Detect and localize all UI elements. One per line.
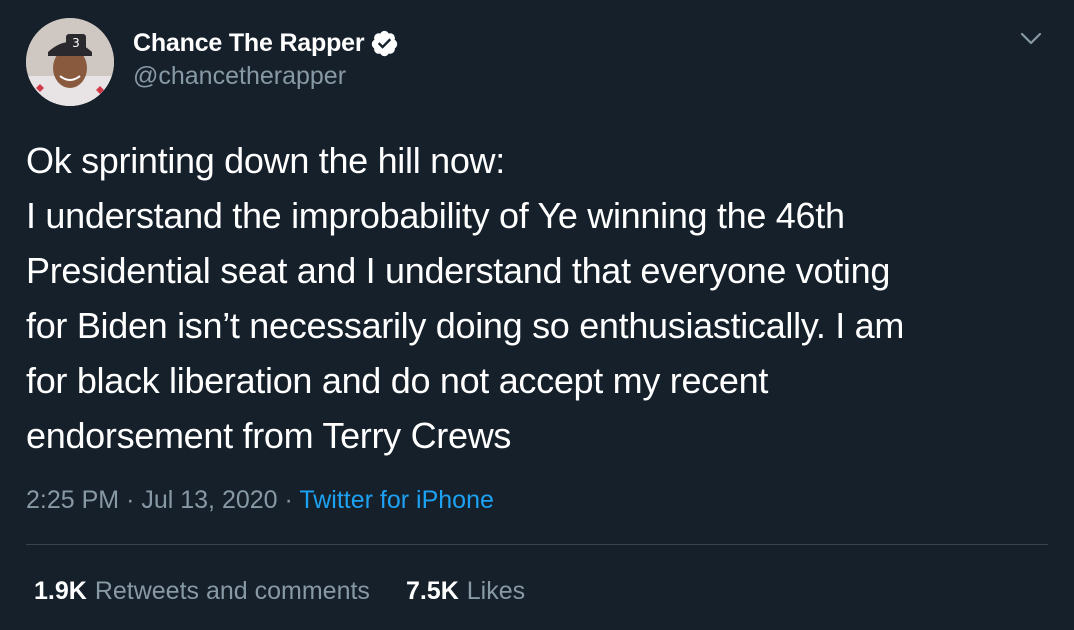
name-row: Chance The Rapper xyxy=(133,28,399,58)
author-block: Chance The Rapper @chancetherapper xyxy=(133,28,399,91)
avatar-image: 3 xyxy=(26,18,114,106)
display-name[interactable]: Chance The Rapper xyxy=(133,28,365,58)
tweet-text-line: I understand the improbability of Ye win… xyxy=(26,195,845,236)
verified-badge-icon xyxy=(370,29,399,58)
tweet-stats: 1.9K Retweets and comments 7.5K Likes xyxy=(34,573,561,609)
divider xyxy=(26,544,1048,545)
retweets-count: 1.9K xyxy=(34,577,87,605)
tweet-source-link[interactable]: Twitter for iPhone xyxy=(299,486,494,514)
meta-separator: · xyxy=(126,486,142,514)
likes-count: 7.5K xyxy=(405,577,459,605)
retweets-stat[interactable]: 1.9K Retweets and comments xyxy=(34,573,370,609)
tweet-text: Ok sprinting down the hill now: I unders… xyxy=(26,133,1051,463)
user-handle[interactable]: @chancetherapper xyxy=(133,61,399,91)
avatar[interactable]: 3 xyxy=(26,18,114,106)
svg-text:3: 3 xyxy=(72,36,80,50)
tweet-meta: 2:25 PM · Jul 13, 2020 · Twitter for iPh… xyxy=(26,482,494,518)
retweets-label: Retweets and comments xyxy=(94,577,370,605)
tweet-card: 3 Chance The Rapper @chancetherapper Ok … xyxy=(0,0,1074,630)
tweet-time[interactable]: 2:25 PM xyxy=(26,486,119,514)
tweet-text-line: for Biden isn’t necessarily doing so ent… xyxy=(26,305,905,346)
tweet-date[interactable]: Jul 13, 2020 xyxy=(141,486,277,514)
chevron-down-icon[interactable] xyxy=(1016,28,1046,50)
tweet-text-line: for black liberation and do not accept m… xyxy=(26,360,769,401)
likes-label: Likes xyxy=(466,577,526,605)
tweet-text-line: Ok sprinting down the hill now: xyxy=(26,140,505,181)
likes-stat[interactable]: 7.5K Likes xyxy=(406,573,525,609)
tweet-text-line: endorsement from Terry Crews xyxy=(26,415,512,456)
meta-separator: · xyxy=(284,486,300,514)
tweet-text-line: Presidential seat and I understand that … xyxy=(26,250,891,291)
